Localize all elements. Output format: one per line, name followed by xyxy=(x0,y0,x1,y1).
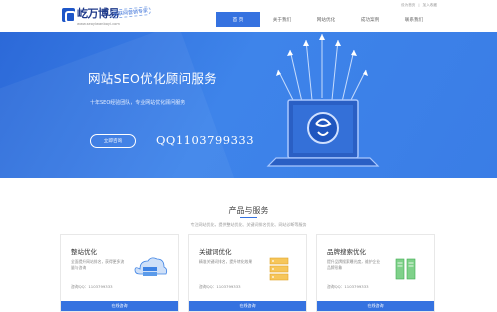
nav-item-home[interactable]: 首 页 xyxy=(216,12,260,27)
link-divider: | xyxy=(418,3,420,7)
card-description: 提升品牌搜索曝光度，维护企业品牌形象 xyxy=(327,259,381,270)
nav-item-contact[interactable]: 联系我们 xyxy=(392,12,436,27)
logo-subtitle: www.seoyiwanboyi.com xyxy=(77,22,120,26)
card-title: 关键词优化 xyxy=(199,248,232,256)
card-description: 精准关键词排名，提升转化效果 xyxy=(199,259,253,264)
logo-icon xyxy=(62,8,76,23)
services-section: 产品与服务 专注网站优化，提供整站优化、关键词排名优化、网站诊断等服务 整站优化… xyxy=(0,178,497,312)
card-title: 整站优化 xyxy=(71,248,97,256)
consult-button[interactable]: 立即咨询 xyxy=(90,134,136,148)
card-qq: 咨询QQ：1103799333 xyxy=(327,284,369,289)
card-description: 全面提升网站排名，获得更多流量与咨询 xyxy=(71,259,125,270)
card-qq: 咨询QQ：1103799333 xyxy=(199,284,241,289)
nav-item-about[interactable]: 关于我们 xyxy=(260,12,304,27)
hero-subtitle: 十年SEO经验团队，专业网站优化顾问服务 xyxy=(90,100,186,106)
server-stack-icon xyxy=(269,257,289,281)
service-card-brand[interactable]: 品牌搜索优化 提升品牌搜索曝光度，维护企业品牌形象 咨询QQ：110379933… xyxy=(316,234,435,312)
service-cards: 整站优化 全面提升网站排名，获得更多流量与咨询 咨询QQ：1103799333 … xyxy=(60,234,435,312)
top-links: 设为首页 | 加入收藏 xyxy=(401,3,437,8)
cloud-server-icon xyxy=(134,257,168,276)
hero-title: 网站SEO优化顾问服务 xyxy=(88,71,217,86)
service-card-keyword[interactable]: 关键词优化 精准关键词排名，提升转化效果 咨询QQ：1103799333 在线咨… xyxy=(188,234,307,312)
service-card-site[interactable]: 整站优化 全面提升网站排名，获得更多流量与咨询 咨询QQ：1103799333 … xyxy=(60,234,179,312)
card-title: 品牌搜索优化 xyxy=(327,248,366,256)
card-consult-button[interactable]: 在线咨询 xyxy=(189,301,306,311)
top-bar: 屹万博易 www.seoyiwanboyi.com 互联网营销专家 设为首页 |… xyxy=(0,0,497,32)
title-underline xyxy=(240,217,257,218)
server-tower-icon xyxy=(395,258,416,280)
nav-item-cases[interactable]: 成功案例 xyxy=(348,12,392,27)
nav-item-seo[interactable]: 网站优化 xyxy=(304,12,348,27)
laptop-illustration-icon xyxy=(266,34,380,167)
services-description: 专注网站优化，提供整站优化、关键词排名优化、网站诊断等服务 xyxy=(190,222,307,227)
hero-banner: 网站SEO优化顾问服务 十年SEO经验团队，专业网站优化顾问服务 立即咨询 QQ… xyxy=(0,32,497,178)
card-consult-button[interactable]: 在线咨询 xyxy=(317,301,434,311)
set-homepage-link[interactable]: 设为首页 xyxy=(401,3,415,8)
services-title: 产品与服务 xyxy=(228,206,269,215)
card-consult-button[interactable]: 在线咨询 xyxy=(61,301,178,311)
add-favorite-link[interactable]: 加入收藏 xyxy=(423,3,437,8)
card-qq: 咨询QQ：1103799333 xyxy=(71,284,113,289)
main-nav: 首 页 关于我们 网站优化 成功案例 联系我们 xyxy=(216,12,436,27)
